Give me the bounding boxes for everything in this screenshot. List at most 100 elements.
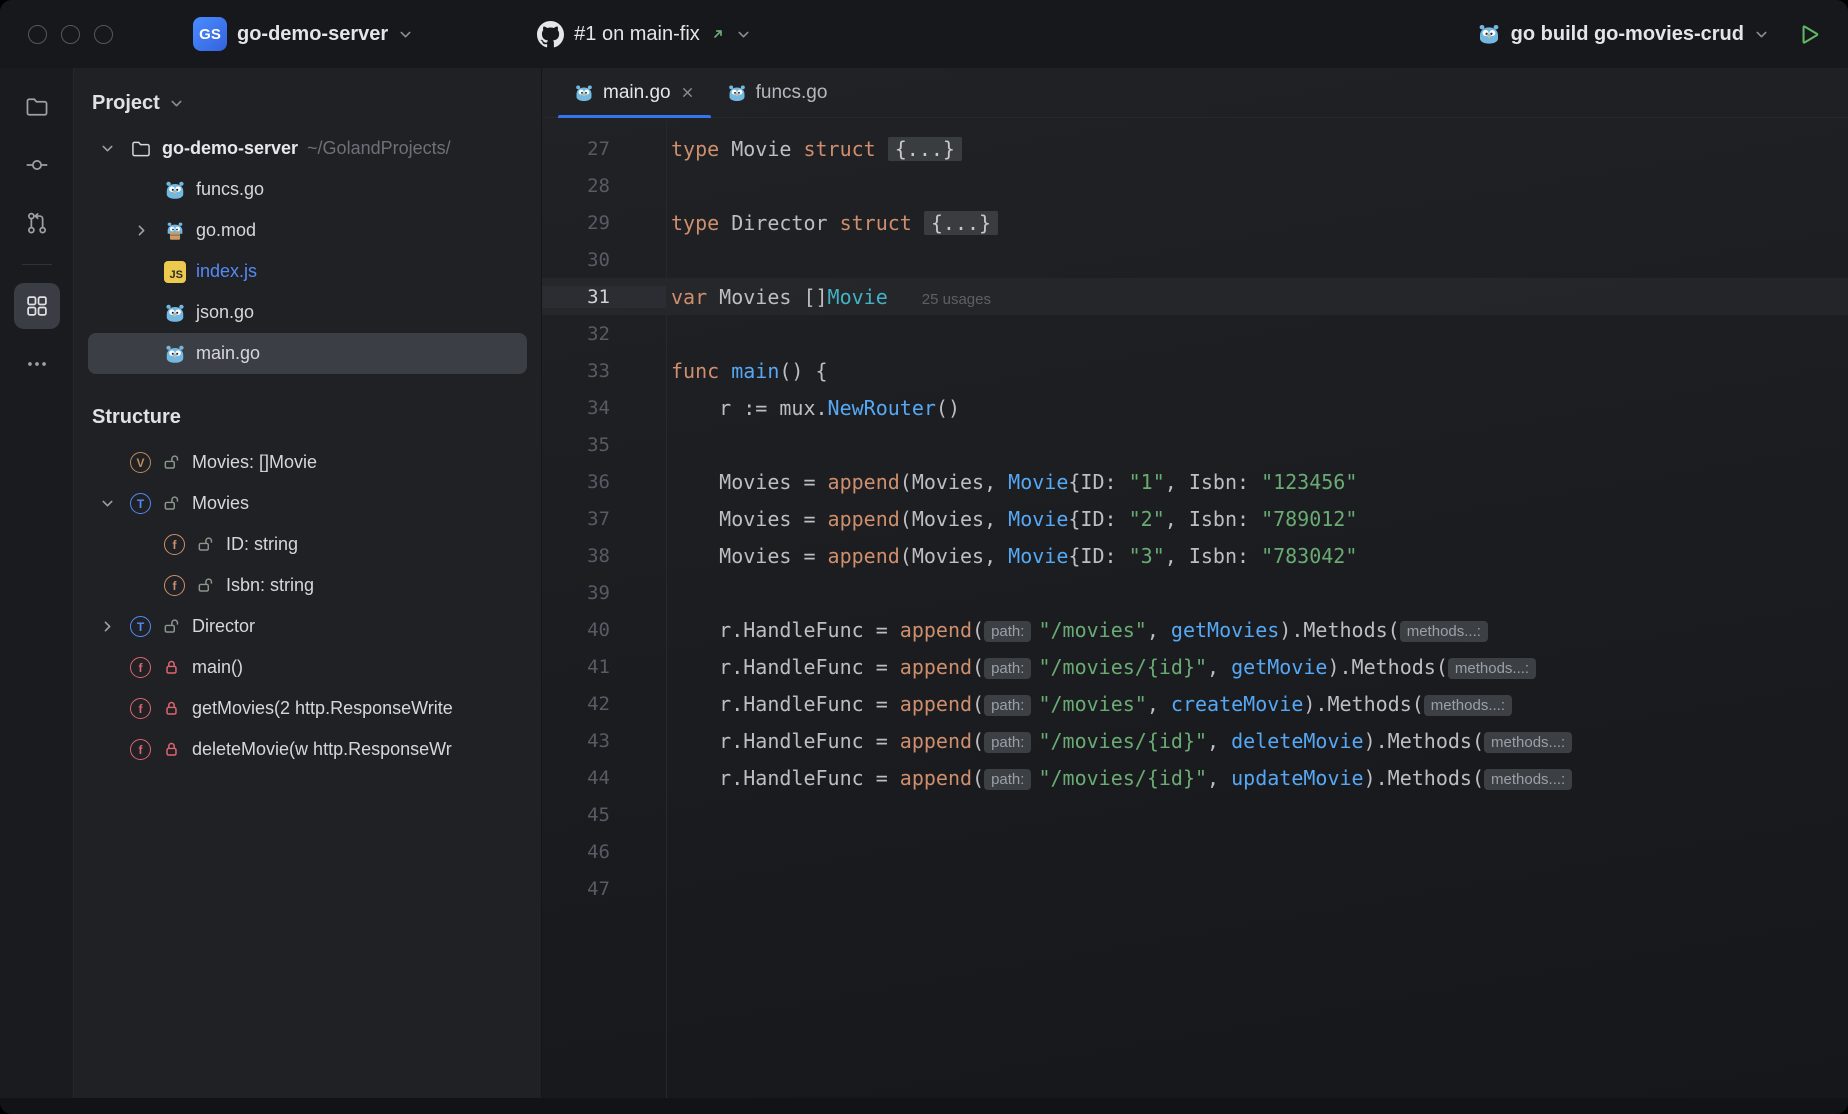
code-token: func	[671, 359, 719, 383]
code-text[interactable]: r.HandleFunc = append(path:"/movies/{id}…	[666, 766, 1848, 790]
structure-item-deletemovie[interactable]: fdeleteMovie(w http.ResponseWr	[88, 729, 527, 770]
code-text[interactable]: r := mux.NewRouter()	[666, 396, 1848, 420]
branch-selector[interactable]: #1 on main-fix	[527, 14, 761, 55]
line-number[interactable]: 43	[542, 730, 666, 752]
line-number[interactable]: 28	[542, 175, 666, 197]
window-zoom-button[interactable]	[94, 25, 113, 44]
line-number[interactable]: 32	[542, 323, 666, 345]
structure-tool-button[interactable]	[14, 283, 60, 329]
structure-item-id[interactable]: fID: string	[88, 524, 527, 565]
structure-tree: VMovies: []MovieTMoviesfID: stringfIsbn:…	[74, 442, 541, 770]
tree-item-go-demo-server[interactable]: go-demo-server~/GolandProjects/	[88, 128, 527, 169]
code-token: ,	[1207, 729, 1231, 753]
structure-item-movies[interactable]: VMovies: []Movie	[88, 442, 527, 483]
tab-main.go[interactable]: main.go	[558, 68, 711, 117]
code-token: ).Methods(	[1303, 692, 1423, 716]
code-text[interactable]: func main() {	[666, 359, 1848, 383]
activity-bar	[0, 68, 74, 1098]
lock-open-icon	[197, 536, 214, 553]
chevron-down-icon[interactable]	[100, 496, 130, 511]
code-text[interactable]: Movies = append(Movies, Movie{ID: "1", I…	[666, 470, 1848, 494]
code-line-38: 38 Movies = append(Movies, Movie{ID: "3"…	[542, 537, 1848, 574]
more-icon	[24, 351, 50, 377]
chevron-right-icon[interactable]	[100, 619, 130, 634]
structure-item-director[interactable]: TDirector	[88, 606, 527, 647]
project-panel-header[interactable]: Project	[74, 78, 541, 128]
code-line-36: 36 Movies = append(Movies, Movie{ID: "1"…	[542, 463, 1848, 500]
structure-item-getmovies[interactable]: fgetMovies(2 http.ResponseWrite	[88, 688, 527, 729]
line-number[interactable]: 36	[542, 471, 666, 493]
line-number[interactable]: 41	[542, 656, 666, 678]
chevron-right-icon[interactable]	[134, 223, 164, 238]
folded-code-chip[interactable]: {...}	[924, 211, 998, 235]
line-number[interactable]: 44	[542, 767, 666, 789]
structure-item-isbn[interactable]: fIsbn: string	[88, 565, 527, 606]
line-number[interactable]: 42	[542, 693, 666, 715]
line-number[interactable]: 46	[542, 841, 666, 863]
project-tool-button[interactable]	[14, 84, 60, 130]
code-token: () {	[779, 359, 827, 383]
commit-tool-button[interactable]	[14, 142, 60, 188]
structure-item-main[interactable]: fmain()	[88, 647, 527, 688]
code-token: "/movies/{id}"	[1038, 729, 1207, 753]
tree-item-label: go-demo-server	[162, 138, 298, 159]
code-text[interactable]: type Director struct {...}	[666, 211, 1848, 235]
line-number[interactable]: 33	[542, 360, 666, 382]
line-number[interactable]: 34	[542, 397, 666, 419]
code-line-40: 40 r.HandleFunc = append(path:"/movies",…	[542, 611, 1848, 648]
line-number[interactable]: 37	[542, 508, 666, 530]
code-text[interactable]: r.HandleFunc = append(path:"/movies", cr…	[666, 692, 1848, 716]
code-token: "/movies"	[1038, 692, 1146, 716]
folder-icon	[130, 138, 152, 160]
chevron-down-icon[interactable]	[100, 141, 130, 156]
code-token: ,	[1147, 692, 1171, 716]
code-text[interactable]: Movies = append(Movies, Movie{ID: "3", I…	[666, 544, 1848, 568]
chevron-down-icon	[169, 96, 184, 111]
tree-item-go.mod[interactable]: go.mod	[88, 210, 527, 251]
line-number[interactable]: 35	[542, 434, 666, 456]
window-close-button[interactable]	[28, 25, 47, 44]
code-token: r.HandleFunc =	[671, 618, 900, 642]
line-number[interactable]: 31	[542, 286, 666, 308]
run-configuration-selector[interactable]: go build go-movies-crud	[1467, 15, 1779, 53]
tab-close-icon[interactable]	[680, 85, 695, 100]
tree-item-funcs.go[interactable]: funcs.go	[88, 169, 527, 210]
tree-item-json.go[interactable]: json.go	[88, 292, 527, 333]
line-number[interactable]: 38	[542, 545, 666, 567]
code-editor[interactable]: 27type Movie struct {...}28 29type Direct…	[542, 118, 1848, 1098]
code-text[interactable]: r.HandleFunc = append(path:"/movies/{id}…	[666, 729, 1848, 753]
line-number[interactable]: 39	[542, 582, 666, 604]
line-number[interactable]: 40	[542, 619, 666, 641]
tree-item-index.js[interactable]: JSindex.js	[88, 251, 527, 292]
line-number[interactable]: 30	[542, 249, 666, 271]
lock-open-icon	[163, 495, 180, 512]
lock-open-icon	[197, 577, 214, 594]
code-token: struct	[803, 137, 875, 161]
folder-icon	[24, 94, 50, 120]
folded-code-chip[interactable]: {...}	[888, 137, 962, 161]
code-text[interactable]: Movies = append(Movies, Movie{ID: "2", I…	[666, 507, 1848, 531]
window-minimize-button[interactable]	[61, 25, 80, 44]
more-tools-button[interactable]	[14, 341, 60, 387]
code-token: , Isbn:	[1165, 544, 1261, 568]
tab-funcs.go[interactable]: funcs.go	[711, 68, 844, 117]
line-number[interactable]: 29	[542, 212, 666, 234]
code-token: "/movies/{id}"	[1038, 766, 1207, 790]
code-line-33: 33func main() {	[542, 352, 1848, 389]
project-selector[interactable]: GS go-demo-server	[183, 10, 423, 58]
run-button[interactable]	[1795, 21, 1822, 48]
code-text[interactable]: r.HandleFunc = append(path:"/movies/{id}…	[666, 655, 1848, 679]
line-number[interactable]: 27	[542, 138, 666, 160]
line-number[interactable]: 47	[542, 878, 666, 900]
code-line-34: 34 r := mux.NewRouter()	[542, 389, 1848, 426]
code-text[interactable]: var Movies []Movie25 usages	[666, 285, 1848, 309]
pull-requests-tool-button[interactable]	[14, 200, 60, 246]
line-number[interactable]: 45	[542, 804, 666, 826]
code-text[interactable]: type Movie struct {...}	[666, 137, 1848, 161]
parameter-hint-badge: path:	[984, 695, 1031, 716]
usages-inlay-hint[interactable]: 25 usages	[922, 291, 991, 308]
project-tool-window: Project go-demo-server~/GolandProjects/f…	[74, 68, 542, 1098]
tree-item-main.go[interactable]: main.go	[88, 333, 527, 374]
structure-item-movies[interactable]: TMovies	[88, 483, 527, 524]
code-text[interactable]: r.HandleFunc = append(path:"/movies", ge…	[666, 618, 1848, 642]
